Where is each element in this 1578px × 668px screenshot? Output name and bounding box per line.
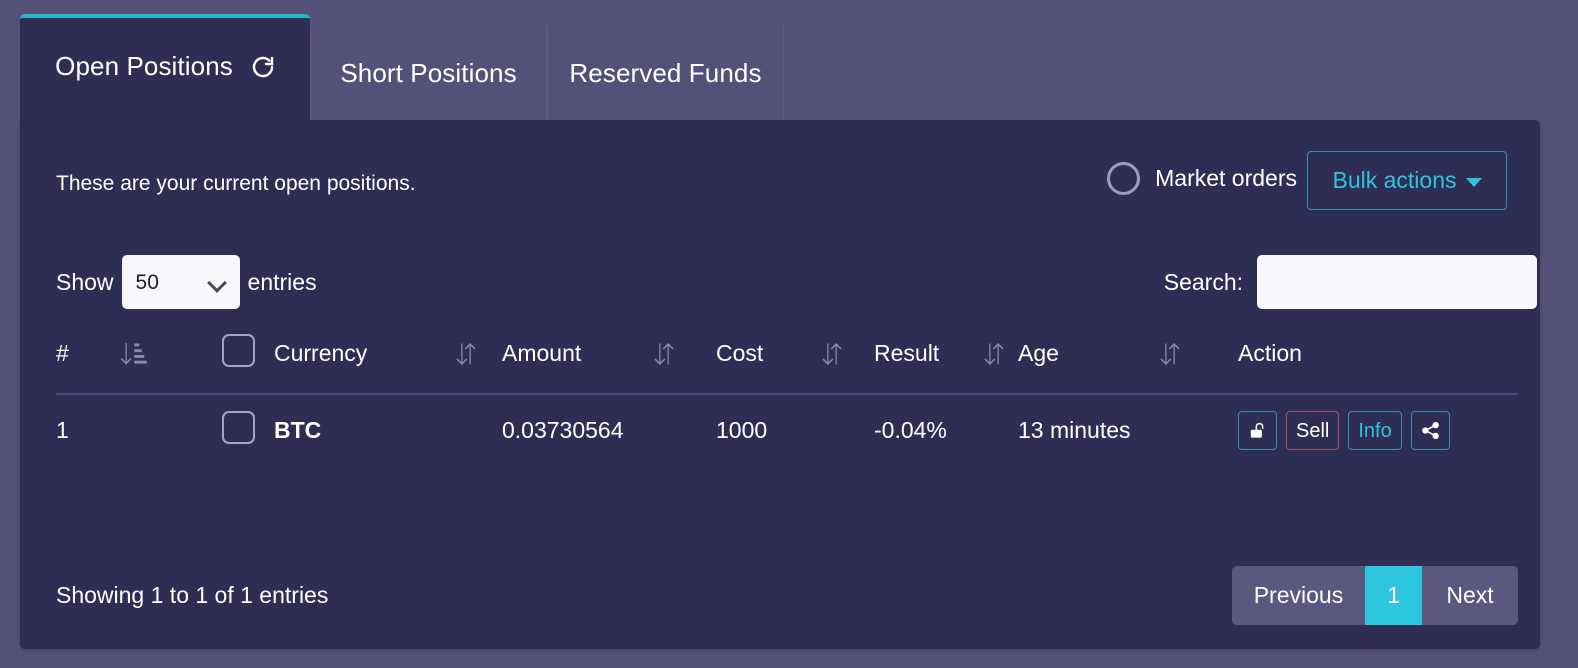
column-header-amount-label: Amount: [502, 340, 582, 366]
sell-button-label: Sell: [1296, 419, 1330, 442]
cell-cost: 1000: [716, 417, 768, 443]
sort-updown-icon-amount[interactable]: [649, 339, 679, 369]
column-header-num[interactable]: #: [56, 332, 118, 395]
pagination-page-1[interactable]: 1: [1365, 566, 1422, 625]
sort-updown-icon-cost[interactable]: [817, 339, 847, 369]
cell-currency[interactable]: BTC: [274, 394, 502, 466]
tab-open-positions-label: Open Positions: [55, 51, 233, 81]
table-header-row: # Currency Amount Cost Result Age Action: [56, 332, 1518, 395]
cell-num-spacer: [118, 394, 222, 466]
market-orders-toggle[interactable]: Market orders: [1107, 162, 1297, 195]
column-header-currency-label: Currency: [274, 340, 368, 366]
sell-button[interactable]: Sell: [1286, 411, 1340, 450]
bulk-actions-button[interactable]: Bulk actions: [1307, 151, 1507, 210]
entries-select-holder: 102550100: [121, 255, 240, 309]
column-header-amount[interactable]: Amount: [502, 332, 716, 395]
unlock-button[interactable]: [1238, 411, 1277, 450]
tab-reserved-funds-label: Reserved Funds: [569, 57, 762, 88]
cell-age: 13 minutes: [1018, 417, 1131, 443]
column-header-result[interactable]: Result: [874, 332, 1018, 395]
column-header-cost[interactable]: Cost: [716, 332, 874, 395]
column-header-num-label: #: [56, 340, 69, 366]
search-input[interactable]: [1257, 255, 1537, 309]
search-area: Search:: [1164, 255, 1537, 309]
cell-num: 1: [56, 417, 69, 443]
bulk-actions-label: Bulk actions: [1332, 167, 1457, 193]
search-label: Search:: [1163, 268, 1243, 295]
cell-action: Sell Info: [1238, 394, 1518, 466]
refresh-icon[interactable]: [251, 55, 275, 79]
cell-row-checkbox-container[interactable]: [222, 394, 274, 466]
open-positions-screen: Open Positions Short Positions Reserved …: [0, 0, 1578, 668]
length-menu-prefix: Show: [56, 268, 114, 295]
column-header-select-all[interactable]: [222, 332, 274, 395]
length-menu: Show 102550100 entries: [56, 255, 317, 309]
column-header-action-label: Action: [1238, 340, 1302, 366]
column-header-result-label: Result: [874, 340, 940, 366]
open-positions-panel: These are your current open positions. M…: [20, 120, 1540, 649]
row-action-buttons: Sell Info: [1238, 411, 1450, 450]
tab-short-positions[interactable]: Short Positions: [310, 25, 547, 121]
pagination-next[interactable]: Next: [1422, 566, 1518, 625]
tab-strip: Open Positions Short Positions Reserved …: [0, 0, 1578, 121]
share-button[interactable]: [1410, 411, 1450, 450]
sort-amount-down-icon[interactable]: [118, 339, 148, 369]
cell-result: -0.04%: [874, 417, 947, 443]
positions-table: # Currency Amount Cost Result Age Action…: [56, 332, 1518, 466]
column-header-cost-label: Cost: [716, 340, 764, 366]
sort-updown-icon-age[interactable]: [1155, 339, 1185, 369]
info-button-label: Info: [1358, 419, 1392, 442]
cell-amount: 0.03730564: [502, 417, 624, 443]
column-header-currency[interactable]: Currency: [274, 332, 502, 395]
panel-intro-text: These are your current open positions.: [56, 172, 416, 195]
tab-short-positions-label: Short Positions: [340, 57, 517, 88]
select-all-checkbox[interactable]: [222, 334, 255, 367]
column-header-age-label: Age: [1018, 340, 1059, 366]
table-info: Showing 1 to 1 of 1 entries: [56, 582, 329, 608]
entries-select[interactable]: 102550100: [121, 255, 240, 309]
info-button[interactable]: Info: [1348, 411, 1402, 450]
positions-table-body: 1 BTC 0.03730564 1000 -0.04% 13 minutes: [56, 394, 1518, 466]
caret-down-icon: [1465, 178, 1482, 187]
tab-open-positions[interactable]: Open Positions: [20, 14, 310, 121]
circle-toggle-icon[interactable]: [1107, 162, 1141, 195]
table-row: 1 BTC 0.03730564 1000 -0.04% 13 minutes: [56, 394, 1518, 466]
column-header-num-sort[interactable]: [118, 332, 222, 395]
pagination: Previous 1 Next: [1231, 566, 1518, 625]
row-checkbox[interactable]: [222, 411, 255, 444]
sort-updown-icon-result[interactable]: [979, 339, 1009, 369]
tab-reserved-funds[interactable]: Reserved Funds: [547, 25, 784, 121]
market-orders-label: Market orders: [1155, 165, 1297, 191]
length-menu-suffix: entries: [247, 268, 317, 295]
sort-updown-icon-currency[interactable]: [451, 339, 481, 369]
column-header-age[interactable]: Age: [1018, 332, 1238, 395]
column-header-action: Action: [1238, 332, 1518, 395]
pagination-previous[interactable]: Previous: [1231, 566, 1366, 625]
positions-table-head: # Currency Amount Cost Result Age Action: [56, 332, 1518, 395]
